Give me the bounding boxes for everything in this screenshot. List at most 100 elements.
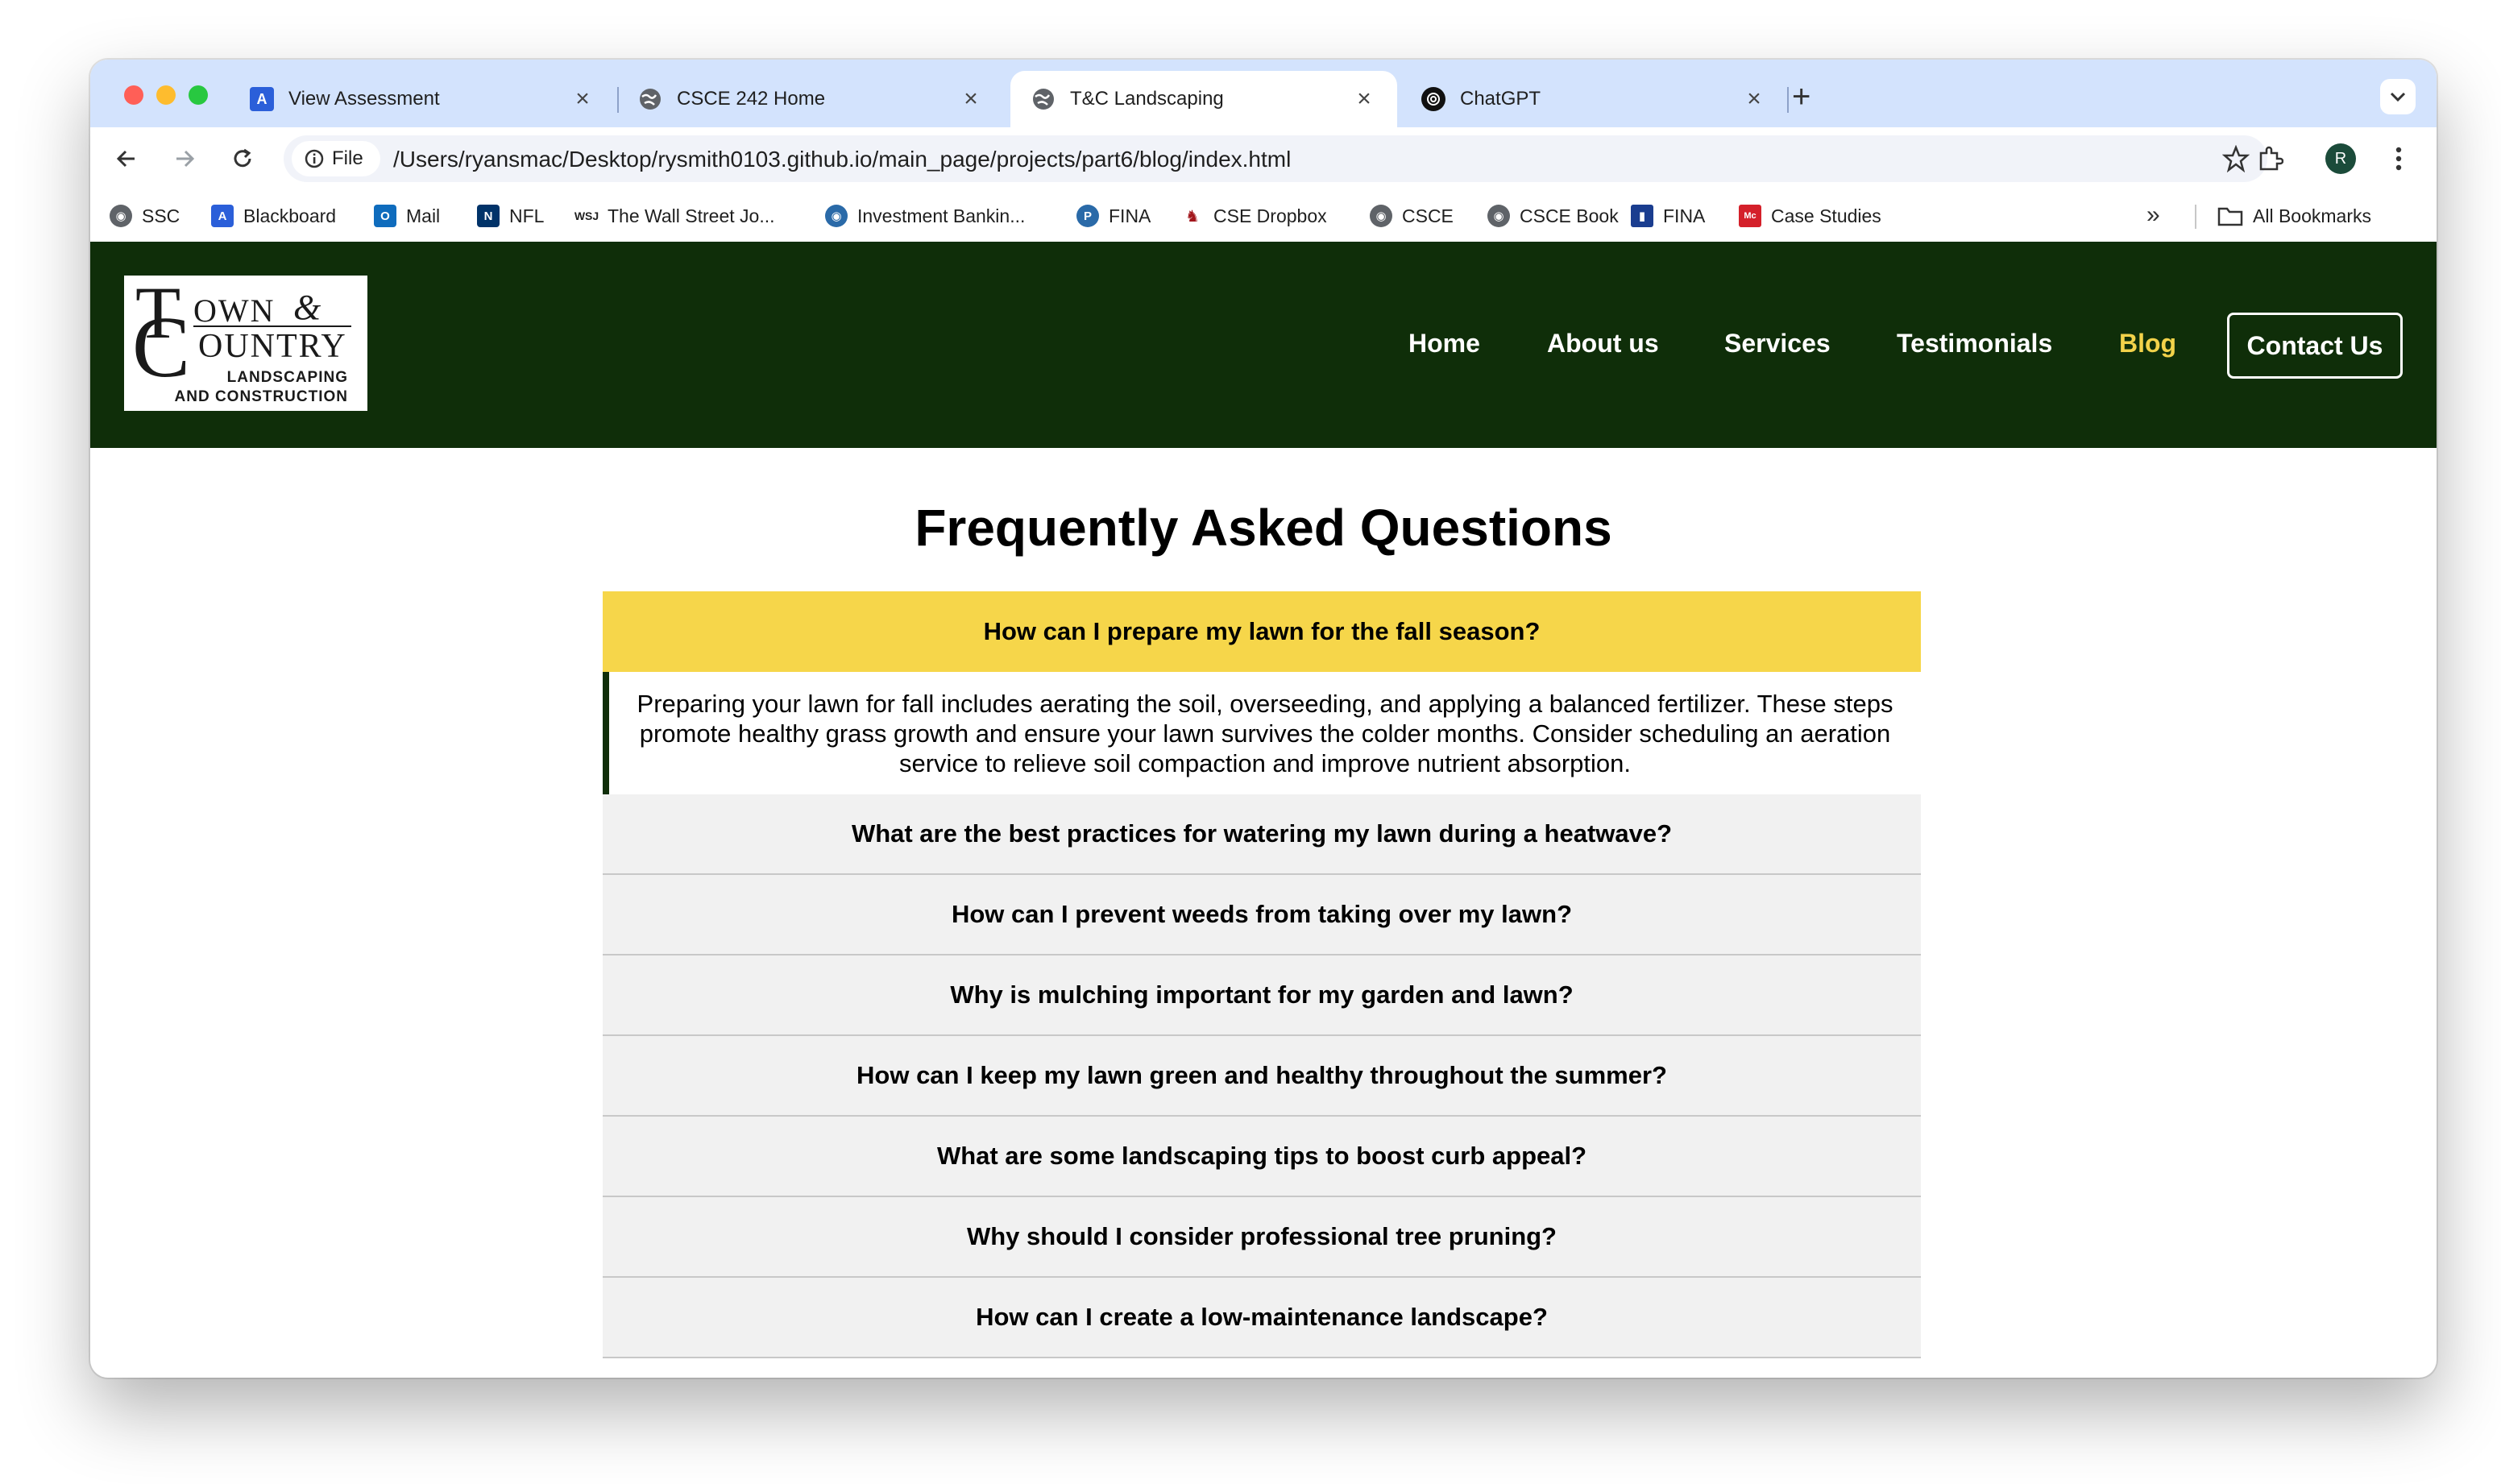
anthology-icon: A (250, 87, 274, 111)
all-bookmarks-button[interactable]: All Bookmarks (2217, 203, 2371, 229)
faq-question[interactable]: Why should I consider professional tree … (603, 1197, 1921, 1278)
blackboard-icon: A (211, 205, 234, 227)
logo-subtitle-landscaping: LANDSCAPING (226, 369, 348, 386)
close-icon[interactable]: × (1742, 85, 1766, 113)
all-bookmarks-label: All Bookmarks (2253, 205, 2371, 226)
bookmark-fina[interactable]: P FINA (1076, 203, 1151, 229)
nfl-icon: N (477, 205, 500, 227)
browser-toolbar: File /Users/ryansmac/Desktop/rysmith0103… (90, 127, 2437, 190)
bookmark-label: Investment Bankin... (857, 205, 1026, 226)
faq-question[interactable]: What are the best practices for watering… (603, 794, 1921, 875)
chatgpt-icon (1421, 87, 1445, 111)
extensions-icon[interactable] (2251, 140, 2288, 177)
faq-title: Frequently Asked Questions (915, 499, 1612, 557)
close-window-button[interactable] (124, 85, 143, 105)
tab-divider (1787, 87, 1789, 113)
browser-window: A View Assessment × CSCE 242 Home × T&C … (90, 60, 2437, 1378)
tab-chatgpt[interactable]: ChatGPT × (1400, 71, 1787, 127)
new-tab-button[interactable]: + (1792, 79, 1810, 114)
bookmark-label: FINA (1109, 205, 1151, 226)
site-header: T OWN & C OUNTRY LANDSCAPING AND CONSTRU… (90, 242, 2437, 448)
bookmark-label: NFL (509, 205, 545, 226)
bookmark-csce[interactable]: ◉ CSCE (1370, 203, 1454, 229)
logo-subtitle-construction: AND CONSTRUCTION (174, 388, 348, 405)
arrow-right-icon (176, 150, 195, 168)
folder-icon (2217, 207, 2243, 226)
faq-question[interactable]: Why is mulching important for my garden … (603, 955, 1921, 1036)
url-text[interactable]: /Users/ryansmac/Desktop/rysmith0103.gith… (393, 147, 1291, 172)
bookmark-label: CSCE (1402, 205, 1454, 226)
dropbox-icon: ♞ (1181, 205, 1204, 227)
bookmark-label: Mail (406, 205, 441, 226)
globe-icon: ◉ (1370, 205, 1392, 227)
bookmarks-bar: ◉ SSC A Blackboard O Mail N NFL WSJ The … (90, 190, 2437, 242)
wsj-icon: WSJ (574, 205, 599, 227)
faq-question-open[interactable]: How can I prepare my lawn for the fall s… (603, 591, 1921, 672)
back-button[interactable] (108, 140, 145, 177)
mcgraw-icon: Mc (1739, 205, 1761, 227)
close-icon[interactable]: × (959, 85, 983, 113)
logo-ampersand: & (293, 288, 321, 327)
nav-home[interactable]: Home (1408, 329, 1480, 359)
more-bookmarks-icon[interactable]: » (2146, 201, 2160, 229)
site-info-chip[interactable]: File (292, 141, 380, 176)
bookmark-star-icon[interactable] (2221, 144, 2250, 176)
globe-icon: ◉ (110, 205, 132, 227)
faq-question[interactable]: How can I prevent weeds from taking over… (603, 875, 1921, 955)
close-icon[interactable]: × (570, 85, 595, 113)
address-bar[interactable]: File /Users/ryansmac/Desktop/rysmith0103… (284, 135, 2267, 182)
tab-title: View Assessment (288, 88, 440, 110)
bookmark-wsj[interactable]: WSJ The Wall Street Jo... (574, 203, 775, 229)
p-icon: P (1076, 205, 1099, 227)
close-icon[interactable]: × (1352, 85, 1376, 113)
minimize-window-button[interactable] (156, 85, 176, 105)
tab-csce-242-home[interactable]: CSCE 242 Home × (617, 71, 1004, 127)
arrow-left-icon (116, 150, 135, 168)
bookmark-investment-banking[interactable]: ◉ Investment Bankin... (825, 203, 1025, 229)
tab-title: T&C Landscaping (1070, 88, 1224, 110)
nav-about-us[interactable]: About us (1547, 329, 1659, 359)
bookmark-cse-dropbox[interactable]: ♞ CSE Dropbox (1181, 203, 1327, 229)
bookmark-mail[interactable]: O Mail (374, 203, 440, 229)
bookmark-label: CSCE Book (1520, 205, 1619, 226)
faq-accordion: How can I prepare my lawn for the fall s… (603, 591, 1921, 1358)
reload-icon (234, 148, 251, 168)
bookmark-case-studies[interactable]: Mc Case Studies (1739, 203, 1881, 229)
nav-blog[interactable]: Blog (2119, 329, 2176, 359)
bookmark-label: CSE Dropbox (1213, 205, 1327, 226)
faq-question[interactable]: How can I keep my lawn green and healthy… (603, 1036, 1921, 1117)
nav-services[interactable]: Services (1724, 329, 1831, 359)
nav-testimonials[interactable]: Testimonials (1897, 329, 2052, 359)
bookmark-nfl[interactable]: N NFL (477, 203, 544, 229)
logo-ountry: OUNTRY (198, 328, 347, 365)
logo-own: OWN (193, 292, 276, 329)
faq-question[interactable]: What are some landscaping tips to boost … (603, 1117, 1921, 1197)
bookmark-csce-book[interactable]: ◉ CSCE Book (1487, 203, 1619, 229)
reload-button[interactable] (224, 140, 261, 177)
tab-view-assessment[interactable]: A View Assessment × (229, 71, 616, 127)
bookmark-label: SSC (142, 205, 180, 226)
info-icon (305, 149, 324, 168)
file-scheme-label: File (332, 147, 363, 169)
bookmark-blackboard[interactable]: A Blackboard (211, 203, 336, 229)
faq-question[interactable]: How can I create a low-maintenance lands… (603, 1278, 1921, 1358)
tab-search-button[interactable] (2380, 79, 2416, 114)
flag-icon: ▮ (1631, 205, 1653, 227)
town-country-logo[interactable]: T OWN & C OUNTRY LANDSCAPING AND CONSTRU… (124, 276, 367, 411)
bookmarks-divider (2195, 205, 2196, 229)
contact-us-button[interactable]: Contact Us (2227, 313, 2403, 379)
bookmark-label: Case Studies (1771, 205, 1881, 226)
more-menu-icon[interactable] (2380, 140, 2417, 177)
maximize-window-button[interactable] (189, 85, 208, 105)
tab-strip: A View Assessment × CSCE 242 Home × T&C … (90, 60, 2437, 127)
tab-tc-landscaping[interactable]: T&C Landscaping × (1010, 71, 1397, 127)
bookmark-fina-2[interactable]: ▮ FINA (1631, 203, 1705, 229)
forward-button[interactable] (166, 140, 203, 177)
profile-avatar[interactable]: R (2325, 143, 2356, 174)
bookmark-label: FINA (1663, 205, 1706, 226)
bookmark-label: The Wall Street Jo... (608, 205, 775, 226)
bookmark-label: Blackboard (243, 205, 337, 226)
globe-icon: ◉ (1487, 205, 1510, 227)
bookmark-ssc[interactable]: ◉ SSC (110, 203, 180, 229)
tab-title: ChatGPT (1460, 88, 1541, 110)
